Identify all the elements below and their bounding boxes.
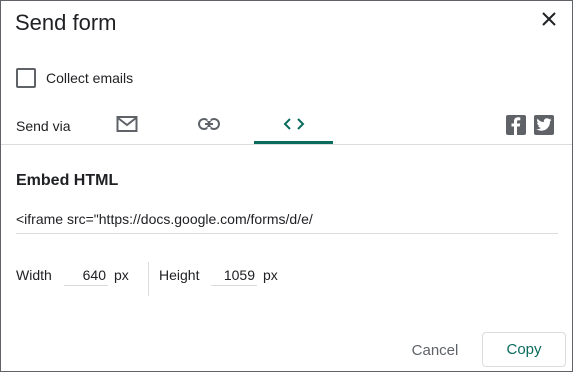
facebook-icon [511, 117, 521, 135]
tab-embed-html[interactable] [254, 103, 333, 145]
embed-code-field[interactable]: <iframe src="https://docs.google.com/for… [16, 209, 558, 234]
height-label: Height [159, 267, 200, 283]
embed-html-heading: Embed HTML [16, 172, 119, 189]
width-label: Width [16, 267, 52, 283]
embed-code-icon [283, 118, 304, 130]
collect-emails-label: Collect emails [46, 70, 134, 86]
email-icon [116, 116, 138, 132]
send-via-label: Send via [16, 118, 71, 134]
link-icon [198, 118, 220, 130]
width-unit: px [114, 267, 129, 283]
width-input[interactable]: 640 [64, 264, 108, 286]
height-unit: px [263, 267, 278, 283]
close-icon [542, 12, 556, 26]
tab-email[interactable] [87, 103, 167, 145]
header-divider [1, 144, 572, 145]
share-facebook-button[interactable] [506, 115, 526, 135]
copy-button[interactable]: Copy [482, 332, 566, 367]
collect-emails-row: Collect emails [16, 68, 133, 88]
tab-link[interactable] [169, 103, 249, 145]
close-button[interactable] [538, 8, 560, 30]
share-twitter-button[interactable] [534, 115, 554, 135]
collect-emails-checkbox[interactable] [16, 68, 36, 88]
twitter-icon [536, 118, 552, 131]
dialog-title: Send form [15, 10, 117, 35]
cancel-button[interactable]: Cancel [399, 333, 471, 367]
dimension-separator [148, 262, 149, 296]
send-form-dialog: Send form Collect emails Send via Embed … [0, 0, 573, 372]
height-input[interactable]: 1059 [211, 264, 257, 286]
